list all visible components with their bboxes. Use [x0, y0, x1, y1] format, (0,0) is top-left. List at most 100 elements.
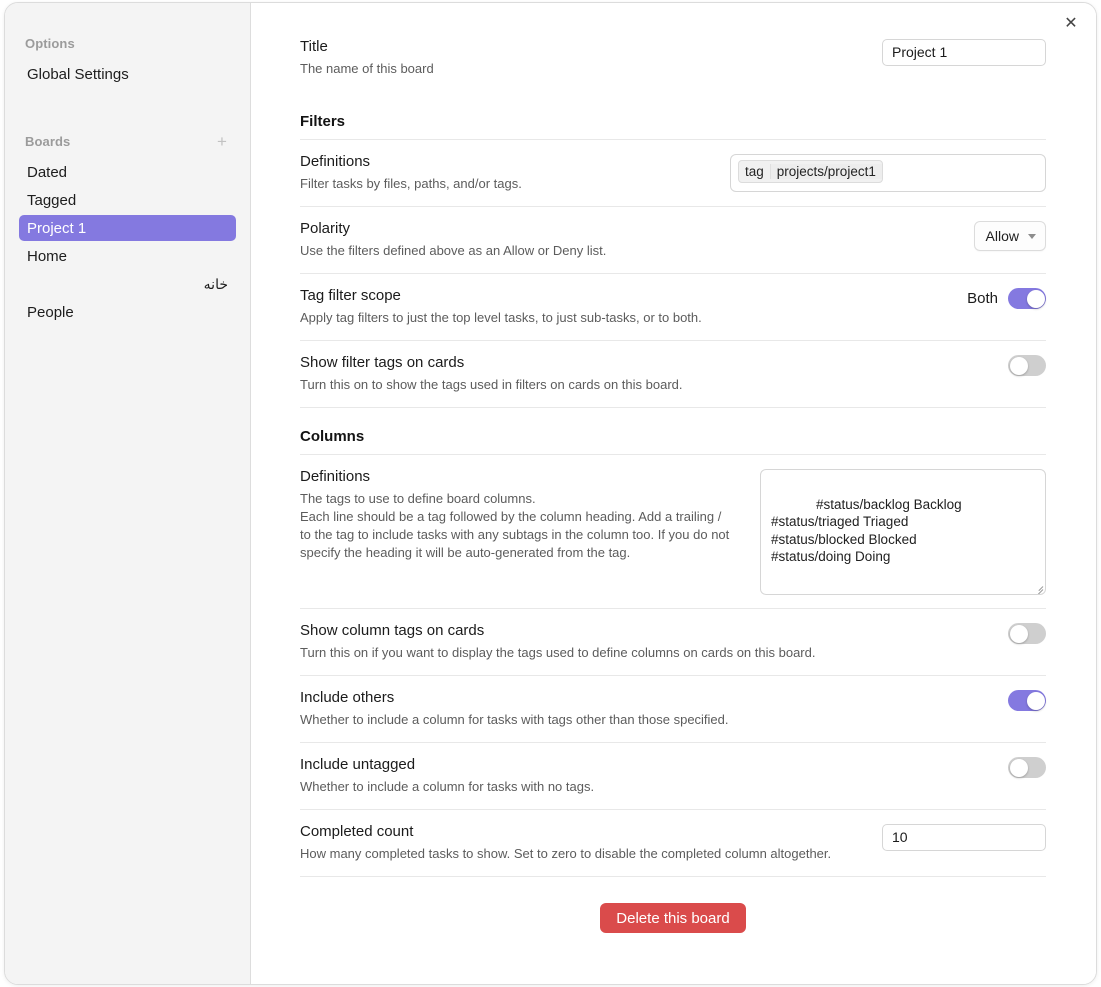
- show-filter-tags-toggle[interactable]: [1008, 355, 1046, 376]
- sidebar-item-khaneh[interactable]: خانه: [19, 271, 236, 297]
- show-filter-tags-label: Show filter tags on cards: [300, 354, 465, 371]
- filter-definitions-text: Definitions Filter tasks by files, paths…: [300, 152, 522, 193]
- sidebar-item-label: People: [27, 303, 74, 321]
- title-row-control: Project 1: [882, 37, 1046, 66]
- title-row-text: Title The name of this board: [300, 37, 434, 78]
- completed-count-control: 10: [882, 822, 1046, 851]
- sidebar-boards-heading: Boards: [25, 133, 71, 149]
- polarity-select[interactable]: Allow: [973, 221, 1046, 251]
- include-untagged-description: Whether to include a column for tasks wi…: [300, 779, 595, 794]
- sidebar-boards-list: Dated Tagged Project 1 Home خانه People: [5, 159, 250, 325]
- polarity-label: Polarity: [300, 220, 351, 237]
- show-column-tags-toggle[interactable]: [1008, 623, 1046, 644]
- chevron-down-icon: [1028, 233, 1036, 239]
- sidebar-item-label: Dated: [27, 163, 68, 181]
- tag-filter-scope-row: Tag filter scope Apply tag filters to ju…: [300, 274, 1046, 341]
- filter-tag-pill[interactable]: tag projects/project1: [738, 160, 883, 183]
- delete-board-button[interactable]: Delete this board: [600, 903, 746, 933]
- show-column-tags-description: Turn this on if you want to display the …: [300, 645, 816, 660]
- completed-count-text: Completed count How many completed tasks…: [300, 822, 831, 863]
- title-row-label: Title: [300, 38, 328, 55]
- title-row-description: The name of this board: [300, 61, 434, 76]
- sidebar-options-header: Options: [5, 33, 250, 53]
- include-others-toggle[interactable]: [1008, 690, 1046, 711]
- show-column-tags-label: Show column tags on cards: [300, 622, 485, 639]
- include-untagged-label: Include untagged: [300, 756, 416, 773]
- filter-definitions-description: Filter tasks by files, paths, and/or tag…: [300, 176, 522, 191]
- tag-filter-scope-value: Both: [967, 290, 998, 307]
- include-untagged-toggle[interactable]: [1008, 757, 1046, 778]
- column-definitions-label: Definitions: [300, 468, 371, 485]
- sidebar-item-label: خانه: [203, 275, 228, 292]
- completed-count-description: How many completed tasks to show. Set to…: [300, 846, 832, 861]
- show-filter-tags-control: [1008, 353, 1046, 376]
- polarity-control: Allow: [973, 219, 1046, 251]
- settings-sidebar: Options Global Settings Boards + Dated T…: [5, 3, 251, 984]
- sidebar-item-label: Tagged: [27, 191, 77, 209]
- show-filter-tags-description: Turn this on to show the tags used in fi…: [300, 377, 683, 392]
- show-column-tags-row: Show column tags on cards Turn this on i…: [300, 609, 1046, 676]
- sidebar-options-heading: Options: [25, 35, 75, 51]
- settings-content: ✕ Title The name of this board Project 1…: [251, 3, 1096, 984]
- sidebar-item-project-1[interactable]: Project 1: [19, 215, 236, 241]
- filter-tag-key: tag: [745, 164, 764, 179]
- sidebar-options-list: Global Settings: [5, 61, 250, 87]
- column-definitions-description-2: Each line should be a tag followed by th…: [300, 509, 730, 560]
- filter-definitions-label: Definitions: [300, 153, 371, 170]
- sidebar-item-tagged[interactable]: Tagged: [19, 187, 236, 213]
- sidebar-item-label: Project 1: [27, 219, 87, 237]
- polarity-text: Polarity Use the filters defined above a…: [300, 219, 606, 260]
- completed-count-input[interactable]: 10: [882, 824, 1046, 851]
- polarity-description: Use the filters defined above as an Allo…: [300, 243, 607, 258]
- toggle-knob: [1026, 289, 1045, 308]
- settings-form: Title The name of this board Project 1 F…: [251, 3, 1096, 933]
- tag-filter-scope-description: Apply tag filters to just the top level …: [300, 310, 702, 325]
- sidebar-item-home[interactable]: Home: [19, 243, 236, 269]
- delete-board-wrap: Delete this board: [300, 877, 1046, 933]
- sidebar-item-people[interactable]: People: [19, 299, 236, 325]
- polarity-selected-value: Allow: [985, 228, 1019, 244]
- toggle-knob: [1009, 356, 1028, 375]
- include-untagged-text: Include untagged Whether to include a co…: [300, 755, 594, 796]
- board-settings-dialog: Options Global Settings Boards + Dated T…: [4, 2, 1097, 985]
- sidebar-item-dated[interactable]: Dated: [19, 159, 236, 185]
- tag-filter-scope-control: Both: [967, 286, 1046, 309]
- sidebar-item-global-settings[interactable]: Global Settings: [19, 61, 236, 87]
- completed-count-label: Completed count: [300, 823, 414, 840]
- tag-filter-scope-label: Tag filter scope: [300, 287, 401, 304]
- show-column-tags-text: Show column tags on cards Turn this on i…: [300, 621, 815, 662]
- column-definitions-row: Definitions The tags to use to define bo…: [300, 455, 1046, 609]
- polarity-row: Polarity Use the filters defined above a…: [300, 207, 1046, 274]
- filter-definitions-control: tag projects/project1: [730, 152, 1046, 192]
- filter-tag-value: projects/project1: [769, 164, 882, 179]
- title-row: Title The name of this board Project 1: [300, 29, 1046, 91]
- tag-filter-scope-toggle[interactable]: [1008, 288, 1046, 309]
- include-untagged-row: Include untagged Whether to include a co…: [300, 743, 1046, 810]
- board-title-input[interactable]: Project 1: [882, 39, 1046, 66]
- column-definitions-control: #status/backlog Backlog #status/triaged …: [760, 467, 1046, 595]
- completed-count-row: Completed count How many completed tasks…: [300, 810, 1046, 877]
- columns-section-heading: Columns: [300, 408, 1046, 455]
- toggle-knob: [1009, 624, 1028, 643]
- show-filter-tags-text: Show filter tags on cards Turn this on t…: [300, 353, 683, 394]
- sidebar-item-label: Home: [27, 247, 68, 265]
- sidebar-boards-header: Boards +: [5, 131, 250, 151]
- tag-filter-scope-text: Tag filter scope Apply tag filters to ju…: [300, 286, 702, 327]
- include-others-row: Include others Whether to include a colu…: [300, 676, 1046, 743]
- include-others-description: Whether to include a column for tasks wi…: [300, 712, 729, 727]
- show-column-tags-control: [1008, 621, 1046, 644]
- sidebar-item-label: Global Settings: [27, 65, 129, 83]
- column-definitions-text: Definitions The tags to use to define bo…: [300, 467, 730, 562]
- plus-icon[interactable]: +: [214, 133, 230, 150]
- toggle-knob: [1009, 758, 1028, 777]
- column-definitions-textarea-value: #status/backlog Backlog #status/triaged …: [771, 496, 962, 565]
- toggle-knob: [1026, 691, 1045, 710]
- filter-definitions-row: Definitions Filter tasks by files, paths…: [300, 140, 1046, 207]
- filter-tags-input[interactable]: tag projects/project1: [730, 154, 1046, 192]
- resize-handle-icon[interactable]: [1032, 581, 1044, 594]
- column-definitions-description-1: The tags to use to define board columns.: [300, 491, 536, 506]
- close-icon[interactable]: ✕: [1058, 11, 1084, 37]
- column-definitions-textarea[interactable]: #status/backlog Backlog #status/triaged …: [760, 469, 1046, 595]
- include-others-text: Include others Whether to include a colu…: [300, 688, 729, 729]
- show-filter-tags-row: Show filter tags on cards Turn this on t…: [300, 341, 1046, 408]
